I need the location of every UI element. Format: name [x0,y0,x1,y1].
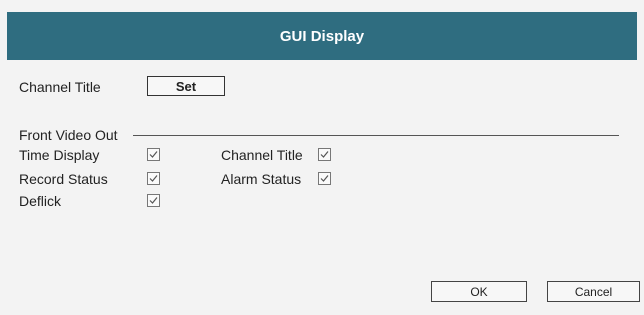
channel-title-checkbox[interactable] [318,148,331,161]
deflick-label: Deflick [19,193,62,209]
channel-title-label: Channel Title [19,79,101,95]
check-icon [149,197,158,204]
set-button-label: Set [175,78,197,94]
time-display-label: Time Display [19,147,100,163]
deflick-checkbox[interactable] [147,194,160,207]
ok-button-label: OK [470,284,488,299]
dialog-titlebar: GUI Display [7,12,637,60]
front-video-out-label: Front Video Out [19,127,118,143]
cancel-button[interactable]: Cancel [547,281,640,302]
record-status-label: Record Status [19,171,108,187]
alarm-status-label: Alarm Status [221,171,302,187]
check-icon [149,175,158,182]
channel-title-option-label: Channel Title [221,147,303,163]
set-button[interactable]: Set [147,76,225,96]
time-display-checkbox[interactable] [147,148,160,161]
dialog-title: GUI Display [279,27,365,45]
alarm-status-checkbox[interactable] [318,172,331,185]
cancel-button-label: Cancel [574,284,613,299]
ok-button[interactable]: OK [431,281,527,302]
check-icon [320,175,329,182]
section-divider [133,135,619,136]
check-icon [320,151,329,158]
gui-display-dialog: GUI Display Channel Title Set Front Vide… [0,0,644,315]
check-icon [149,151,158,158]
record-status-checkbox[interactable] [147,172,160,185]
